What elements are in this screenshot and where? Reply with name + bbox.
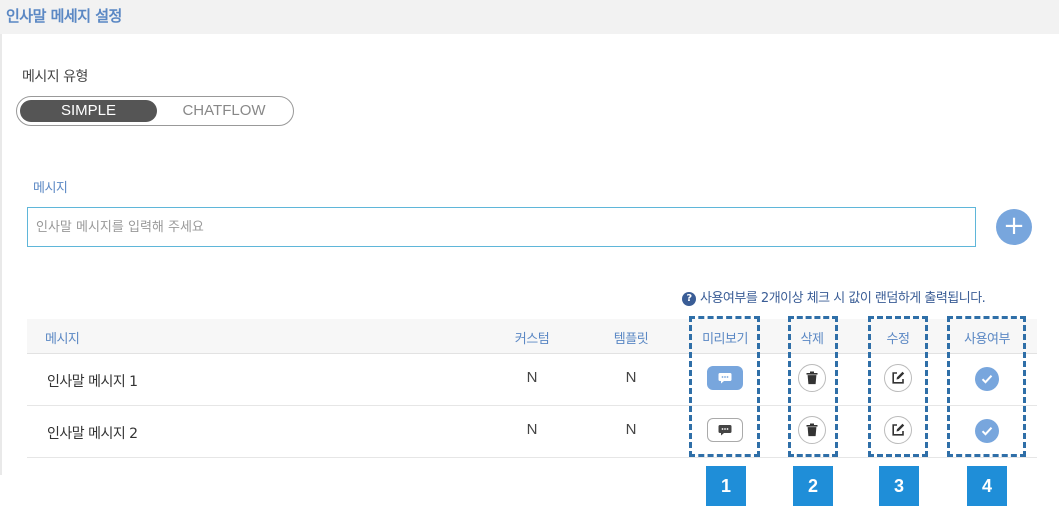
message-type-label: 메시지 유형 [22,69,88,85]
content-border [0,34,2,475]
message-type-toggle[interactable]: SIMPLE CHATFLOW [16,96,294,126]
usage-notice: ? 사용여부를 2개이상 체크 시 값이 랜덤하게 출력됩니다. [682,287,986,306]
plus-icon: + [1003,211,1025,241]
toggle-chatflow[interactable]: CHATFLOW [157,100,291,122]
notice-text: 사용여부를 2개이상 체크 시 값이 랜덤하게 출력됩니다. [700,291,986,306]
annotation-box-edit [868,316,928,457]
annotation-marker-2: 2 [793,466,833,506]
message-name: 인사말 메시지 2 [47,426,138,442]
add-message-button[interactable]: + [996,209,1032,245]
annotation-box-preview [689,316,760,457]
toggle-simple[interactable]: SIMPLE [20,100,157,122]
question-icon: ? [682,292,696,306]
custom-flag: N [526,421,538,438]
annotation-marker-1: 1 [706,466,746,506]
col-custom: 커스텀 [514,332,550,347]
col-template: 템플릿 [613,332,649,347]
message-label: 메시지 [33,181,68,196]
template-flag: N [625,369,637,386]
message-input[interactable] [27,207,976,247]
col-message: 메시지 [45,332,80,347]
header-bar: 인사말 메세지 설정 [0,0,1059,34]
annotation-marker-3: 3 [879,466,919,506]
page-title: 인사말 메세지 설정 [6,7,122,25]
annotation-box-in-use [947,316,1026,457]
message-name: 인사말 메시지 1 [47,374,138,390]
custom-flag: N [526,369,538,386]
annotation-marker-4: 4 [967,466,1007,506]
annotation-box-delete [788,316,838,457]
template-flag: N [625,421,637,438]
